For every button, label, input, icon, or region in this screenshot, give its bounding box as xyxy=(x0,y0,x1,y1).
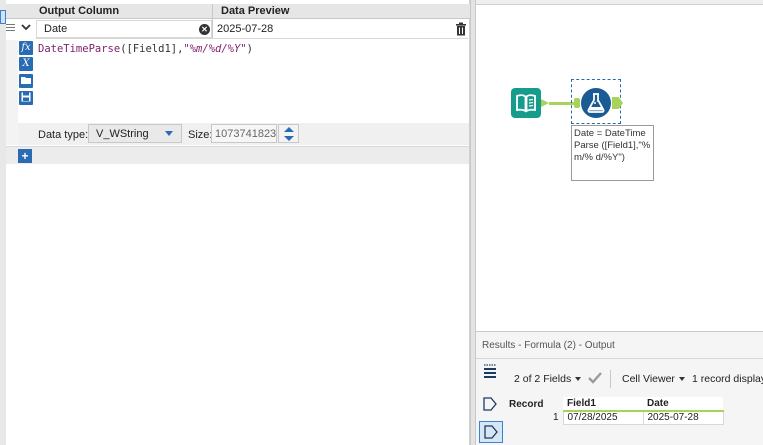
expression-gutter xyxy=(6,40,18,145)
plus-icon[interactable]: + xyxy=(18,149,32,163)
chevron-down-icon[interactable] xyxy=(165,131,173,136)
results-table: Record Field1 Date 1 07/28/2025 2025-07-… xyxy=(505,397,724,425)
cell-viewer-menu[interactable]: Cell Viewer xyxy=(622,373,685,385)
stepper-down-icon[interactable] xyxy=(284,136,294,141)
column-header[interactable]: Field1 xyxy=(563,397,643,412)
stepper-up-icon[interactable] xyxy=(284,127,294,132)
expression-format-string: "%m/%d/%Y" xyxy=(183,43,247,55)
input-data-tool[interactable] xyxy=(511,88,541,118)
table-cell[interactable]: 07/28/2025 xyxy=(562,410,644,425)
open-folder-icon[interactable] xyxy=(19,74,33,88)
list-view-icon[interactable] xyxy=(482,363,498,379)
save-icon[interactable] xyxy=(19,91,33,105)
expression-args: ([Field1], xyxy=(120,43,184,55)
output-column-header: Output Column xyxy=(39,5,120,17)
fields-selector[interactable]: 2 of 2 Fields xyxy=(514,373,582,385)
function-icon[interactable]: fx xyxy=(19,41,33,55)
size-value[interactable]: 1073741823 xyxy=(215,128,276,140)
column-header[interactable]: Date xyxy=(643,397,723,412)
data-type-value[interactable]: V_WString xyxy=(96,128,149,140)
toolbar-separator xyxy=(610,370,611,388)
expression-editor[interactable]: DateTimeParse([Field1],"%m/%d/%Y") xyxy=(38,43,253,55)
canvas-top-bar xyxy=(476,0,763,5)
results-divider xyxy=(476,358,763,359)
column-divider xyxy=(212,4,213,38)
formula-annotation: Date = DateTimeParse ([Field1],"%m/% d/%… xyxy=(571,125,654,181)
output-column-value[interactable]: Date xyxy=(44,23,67,35)
record-count: 1 record displayed xyxy=(692,373,763,385)
table-header-row: Record Field1 Date xyxy=(505,397,723,412)
expression-function: DateTimeParse xyxy=(38,43,121,55)
trash-icon[interactable] xyxy=(455,22,467,36)
row-handle-icon[interactable] xyxy=(6,22,18,32)
chevron-down-icon[interactable] xyxy=(19,21,33,37)
check-icon[interactable] xyxy=(587,371,603,388)
add-row-bar xyxy=(6,146,469,164)
column-header[interactable]: Record xyxy=(505,397,563,411)
table-row[interactable]: 1 07/28/2025 2025-07-28 xyxy=(505,410,724,425)
formula-tool[interactable] xyxy=(581,88,611,118)
fields-selector-label: 2 of 2 Fields xyxy=(514,373,572,385)
flask-icon xyxy=(587,93,605,113)
data-type-label: Data type: xyxy=(38,129,89,141)
size-label: Size: xyxy=(188,129,213,141)
grid-header: Output Column Data Preview xyxy=(6,4,470,19)
variable-icon[interactable]: X xyxy=(19,57,33,71)
data-preview-header: Data Preview xyxy=(221,5,290,17)
row-divider xyxy=(36,38,468,39)
results-title: Results - Formula (2) - Output xyxy=(482,340,615,351)
cell-viewer-label: Cell Viewer xyxy=(622,373,675,385)
data-preview-value: 2025-07-28 xyxy=(217,23,274,35)
table-cell[interactable]: 2025-07-28 xyxy=(642,410,724,425)
book-icon xyxy=(516,94,536,113)
input-anchor-icon[interactable] xyxy=(482,396,498,412)
record-number: 1 xyxy=(505,411,563,424)
expression-close: ) xyxy=(246,43,253,55)
clear-icon[interactable]: ✕ xyxy=(199,24,210,35)
output-anchor-tab[interactable] xyxy=(479,421,503,443)
formula-config-panel xyxy=(6,0,470,445)
